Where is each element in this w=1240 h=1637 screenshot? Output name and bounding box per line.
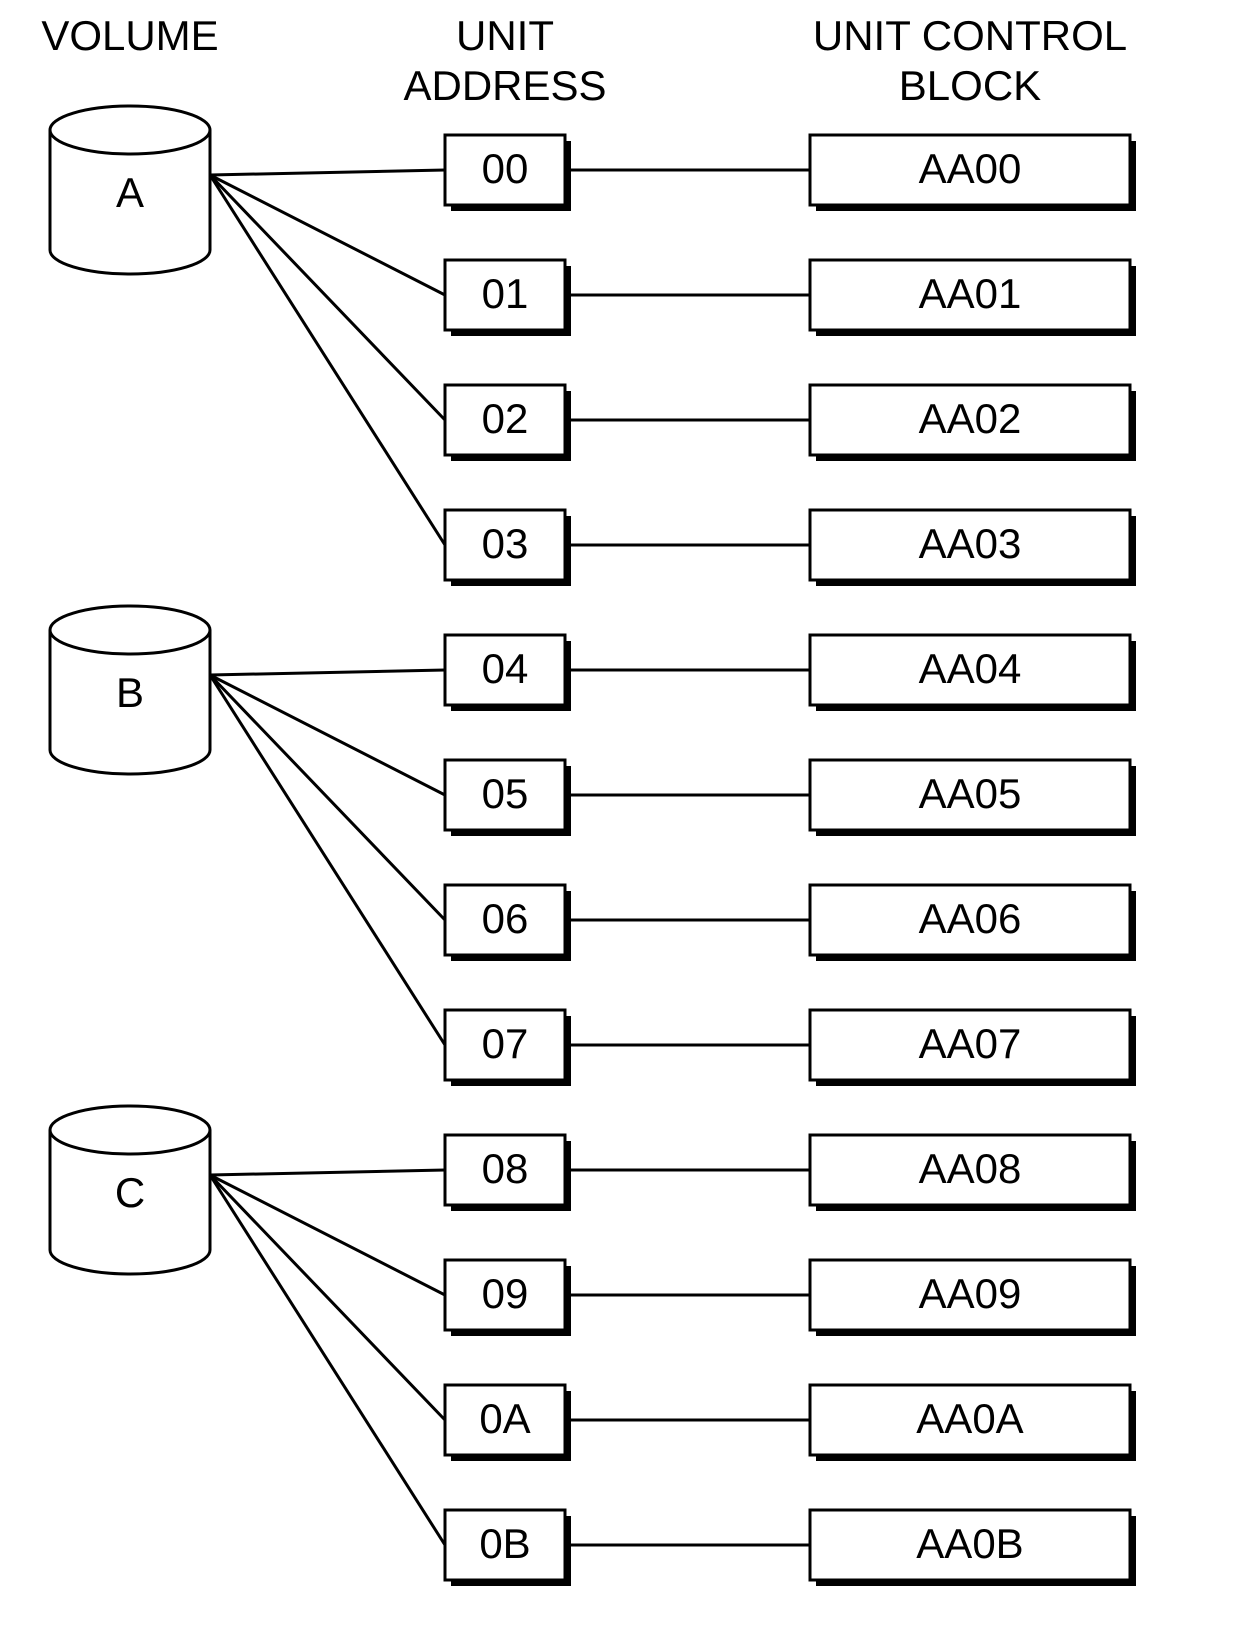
unit-address-box-label: 09 [482, 1270, 529, 1317]
unit-address-box-label: 0A [479, 1395, 530, 1442]
unit-address-box-label: 08 [482, 1145, 529, 1192]
header-ucb-line2: BLOCK [899, 62, 1041, 109]
unit-address-box-label: 07 [482, 1020, 529, 1067]
ucb-box-label: AA02 [919, 395, 1022, 442]
volume-label: A [116, 169, 144, 216]
volume-cylinder: C [50, 1106, 210, 1274]
volume-cylinder: A [50, 106, 210, 274]
unit-address-box-label: 0B [479, 1520, 530, 1567]
ucb-box-label: AA0A [916, 1395, 1023, 1442]
ucb-box-label: AA01 [919, 270, 1022, 317]
unit-address-box-label: 02 [482, 395, 529, 442]
header-volume: VOLUME [41, 12, 218, 59]
unit-address-box-label: 03 [482, 520, 529, 567]
unit-address-box-label: 00 [482, 145, 529, 192]
unit-address-box-label: 01 [482, 270, 529, 317]
volume-label: C [115, 1169, 145, 1216]
volume-mapping-diagram: VOLUME UNITADDRESS UNIT CONTROLBLOCK A B C 00 0… [0, 0, 1240, 1637]
volume-label: B [116, 669, 144, 716]
header-ucb-line1: UNIT CONTROL [813, 12, 1127, 59]
unit-address-box-label: 06 [482, 895, 529, 942]
ucb-box-label: AA09 [919, 1270, 1022, 1317]
header-unit-address-line1: UNIT [456, 12, 554, 59]
unit-address-box-label: 04 [482, 645, 529, 692]
ucb-box-label: AA05 [919, 770, 1022, 817]
connectors [210, 170, 810, 1545]
unit-address-box-label: 05 [482, 770, 529, 817]
ucb-box-label: AA06 [919, 895, 1022, 942]
ucb-box-label: AA08 [919, 1145, 1022, 1192]
header-unit-address-line2: ADDRESS [403, 62, 606, 109]
ucb-box-label: AA07 [919, 1020, 1022, 1067]
volume-cylinder: B [50, 606, 210, 774]
ucb-box-label: AA00 [919, 145, 1022, 192]
ucb-box-label: AA03 [919, 520, 1022, 567]
ucb-box-label: AA04 [919, 645, 1022, 692]
ucb-box-label: AA0B [916, 1520, 1023, 1567]
